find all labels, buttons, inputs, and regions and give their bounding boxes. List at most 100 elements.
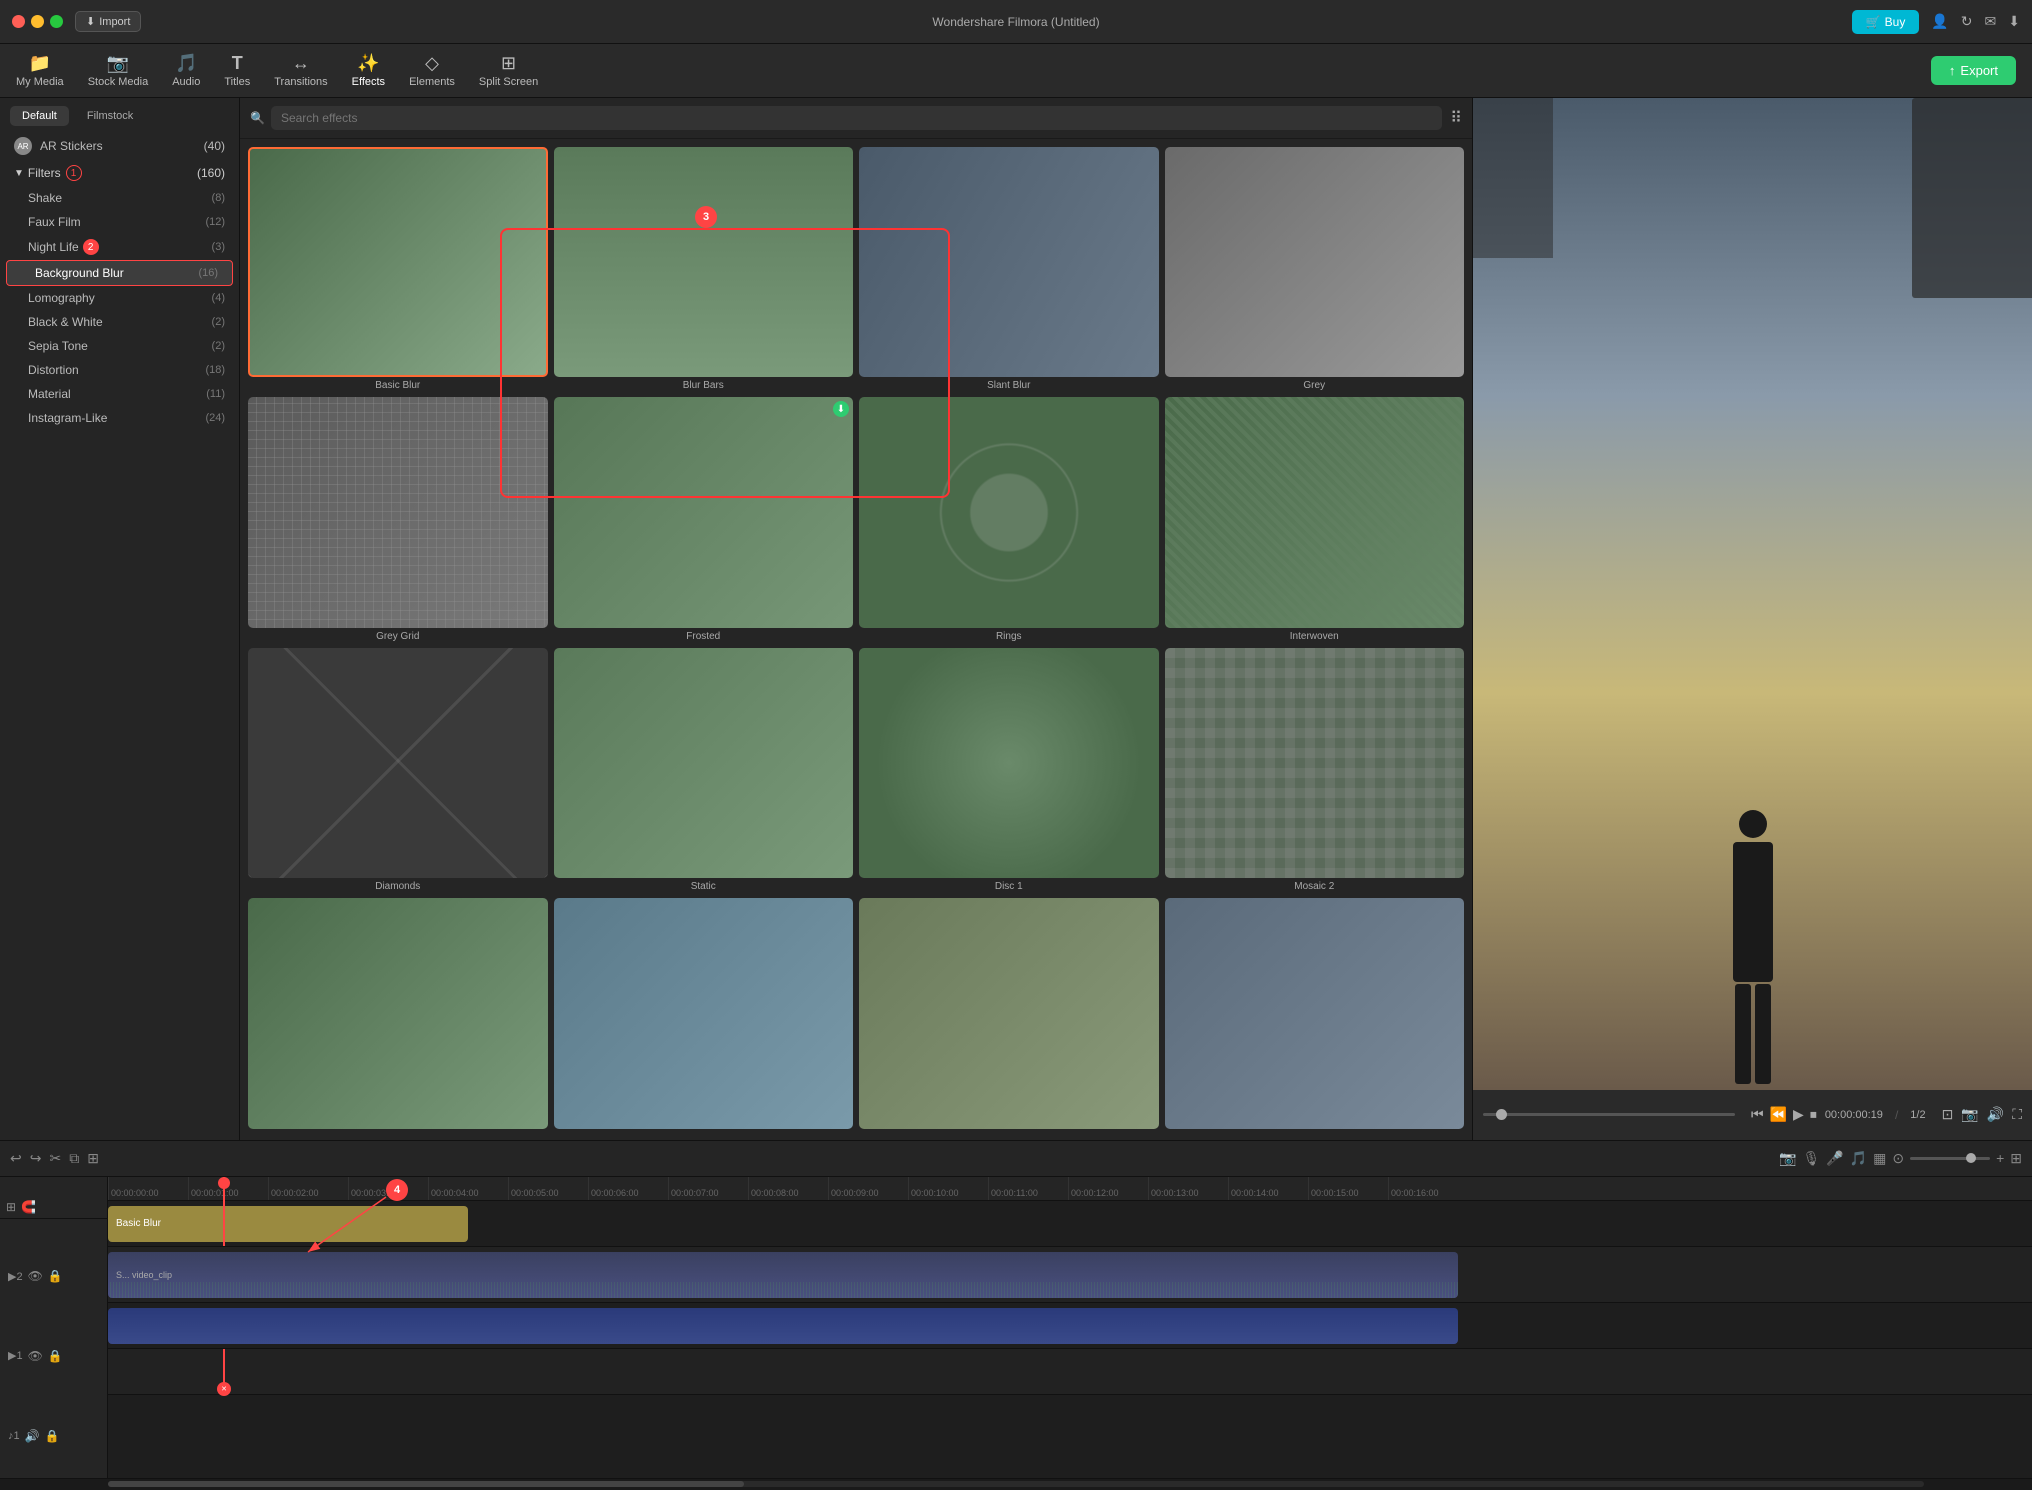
- sidebar-item-ar-stickers[interactable]: AR AR Stickers (40): [0, 132, 239, 160]
- toolbar-item-stock-media[interactable]: 📷 Stock Media: [88, 53, 149, 88]
- paste-icon[interactable]: ⊞: [87, 1150, 99, 1167]
- preview-ratio[interactable]: 1/2: [1910, 1109, 1925, 1121]
- fit-screen-icon[interactable]: ⊡: [1942, 1106, 1954, 1123]
- eye-icon-1[interactable]: 👁: [28, 1349, 43, 1363]
- buy-button[interactable]: 🛒 Buy: [1852, 10, 1920, 34]
- search-icon: 🔍: [250, 111, 265, 125]
- effect-thumb-basic-blur: [248, 147, 548, 377]
- mic-icon[interactable]: 🎙: [1802, 1150, 1820, 1167]
- toolbar-item-effects[interactable]: ✨ Effects: [352, 53, 385, 88]
- preview-video-background: [1473, 98, 2032, 1090]
- sidebar-item-background-blur[interactable]: Background Blur (16): [6, 260, 233, 286]
- effect-grey-grid[interactable]: Grey Grid: [248, 397, 548, 641]
- clip-basic-blur[interactable]: Basic Blur: [108, 1206, 468, 1242]
- grid-layout-icon[interactable]: ⊞: [2010, 1150, 2022, 1167]
- effect-rings[interactable]: Rings: [859, 397, 1159, 641]
- stabilize-icon[interactable]: ⊙: [1892, 1150, 1904, 1167]
- effects-search-bar: 🔍 ⠿: [240, 98, 1472, 139]
- refresh-icon[interactable]: ↻: [1961, 13, 1973, 30]
- effect-static[interactable]: Static: [554, 648, 854, 892]
- sidebar-item-black-white[interactable]: Black & White (2): [0, 310, 239, 334]
- toolbar-item-titles[interactable]: T Titles: [224, 53, 250, 88]
- effect-grey[interactable]: Grey: [1165, 147, 1465, 391]
- lock-icon-a1[interactable]: 🔒: [45, 1429, 60, 1443]
- close-button[interactable]: [12, 15, 25, 28]
- clip-video-main[interactable]: [108, 1308, 1458, 1344]
- effect-interwoven[interactable]: Interwoven: [1165, 397, 1465, 641]
- user-icon[interactable]: 👤: [1931, 13, 1948, 30]
- effect-row4-1[interactable]: [248, 898, 548, 1131]
- cut-icon[interactable]: ✂: [49, 1150, 61, 1167]
- zoom-in-icon[interactable]: +: [1996, 1150, 2004, 1166]
- effect-disc-1[interactable]: Disc 1: [859, 648, 1159, 892]
- toolbar-item-split-screen[interactable]: ⊞ Split Screen: [479, 53, 538, 88]
- timeline-tracks-container[interactable]: 00:00:00:00 00:00:01:00 00:00:02:00 00:0…: [108, 1177, 2032, 1478]
- volume-icon[interactable]: 🔊: [1987, 1106, 2004, 1123]
- effect-row4-2[interactable]: [554, 898, 854, 1131]
- effect-mosaic-2[interactable]: Mosaic 2: [1165, 648, 1465, 892]
- toolbar-item-my-media[interactable]: 📁 My Media: [16, 53, 64, 88]
- sidebar-item-sepia-tone[interactable]: Sepia Tone (2): [0, 334, 239, 358]
- scrollbar-thumb[interactable]: [108, 1481, 744, 1487]
- person-silhouette: [1718, 810, 1788, 1090]
- frame-back-button[interactable]: ⏪: [1770, 1106, 1787, 1123]
- copy-icon[interactable]: ⧉: [69, 1150, 79, 1167]
- add-track-icon[interactable]: ⊞: [6, 1200, 16, 1214]
- volume-icon-a1[interactable]: 🔊: [25, 1429, 40, 1443]
- titles-icon: T: [232, 53, 243, 74]
- elements-icon: ◇: [425, 53, 439, 74]
- effect-slant-blur[interactable]: Slant Blur: [859, 147, 1159, 391]
- zoom-thumb: [1966, 1153, 1976, 1163]
- snapshot-icon[interactable]: 📷: [1961, 1106, 1978, 1123]
- tab-filmstock[interactable]: Filmstock: [75, 106, 145, 126]
- background-left: [1473, 98, 1553, 258]
- toolbar-item-transitions[interactable]: ↔ Transitions: [274, 53, 327, 88]
- import-icon: ⬇: [86, 15, 95, 28]
- preview-progress-bar[interactable]: [1483, 1113, 1735, 1116]
- effect-diamonds[interactable]: Diamonds: [248, 648, 548, 892]
- undo-icon[interactable]: ↩: [10, 1150, 22, 1167]
- export-button[interactable]: ↑ Export: [1931, 56, 2016, 85]
- import-button[interactable]: ⬇ Import: [75, 11, 141, 32]
- redo-icon[interactable]: ↪: [30, 1150, 42, 1167]
- search-input[interactable]: [271, 106, 1442, 130]
- fullscreen-icon[interactable]: ⛶: [2012, 1106, 2022, 1123]
- effect-basic-blur[interactable]: Basic Blur: [248, 147, 548, 391]
- toolbar-item-audio[interactable]: 🎵 Audio: [172, 53, 200, 88]
- zoom-bar[interactable]: [1910, 1157, 1990, 1160]
- stock-media-icon: 📷: [107, 53, 129, 74]
- sidebar-item-lomography[interactable]: Lomography (4): [0, 286, 239, 310]
- effect-blur-bars[interactable]: Blur Bars: [554, 147, 854, 391]
- sidebar-item-distortion[interactable]: Distortion (18): [0, 358, 239, 382]
- voiceover-icon[interactable]: 🎤: [1826, 1150, 1843, 1167]
- sidebar-item-faux-film[interactable]: Faux Film (12): [0, 210, 239, 234]
- lock-icon-2[interactable]: 🔒: [48, 1269, 63, 1283]
- stop-button[interactable]: ⏹: [1810, 1106, 1817, 1123]
- mail-icon[interactable]: ✉: [1985, 13, 1997, 30]
- music-icon[interactable]: 🎵: [1850, 1150, 1867, 1167]
- sidebar-item-instagram-like[interactable]: Instagram-Like (24): [0, 406, 239, 430]
- lock-icon-1[interactable]: 🔒: [48, 1349, 63, 1363]
- timeline-body: ⊞ 🧲 ▶2 👁 🔒 ▶1 👁 🔒 ♪1 🔊 🔒: [0, 1177, 2032, 1478]
- step-back-button[interactable]: ⏮: [1751, 1106, 1764, 1123]
- camera-icon[interactable]: 📷: [1779, 1150, 1796, 1167]
- minimize-button[interactable]: [31, 15, 44, 28]
- clip-video-audio[interactable]: S... video_clip: [108, 1252, 1458, 1298]
- sidebar-item-shake[interactable]: Shake (8): [0, 186, 239, 210]
- magnet-icon[interactable]: 🧲: [21, 1200, 36, 1214]
- tab-default[interactable]: Default: [10, 106, 69, 126]
- effect-row4-4[interactable]: [1165, 898, 1465, 1131]
- timeline-scrollbar[interactable]: [0, 1478, 2032, 1490]
- toolbar-item-elements[interactable]: ◇ Elements: [409, 53, 455, 88]
- effect-frosted[interactable]: ⬇ Frosted: [554, 397, 854, 641]
- maximize-button[interactable]: [50, 15, 63, 28]
- grid-view-icon[interactable]: ⠿: [1450, 108, 1462, 128]
- sidebar-group-filters[interactable]: ▼ Filters 1 (160): [0, 160, 239, 186]
- download-icon[interactable]: ⬇: [2008, 13, 2020, 30]
- eye-icon-2[interactable]: 👁: [28, 1269, 43, 1283]
- play-button[interactable]: ▶: [1793, 1106, 1804, 1123]
- effect-row4-3[interactable]: [859, 898, 1159, 1131]
- scene-detect-icon[interactable]: ▦: [1873, 1150, 1886, 1167]
- sidebar-item-material[interactable]: Material (11): [0, 382, 239, 406]
- sidebar-item-night-life[interactable]: Night Life 2 (3): [0, 234, 239, 260]
